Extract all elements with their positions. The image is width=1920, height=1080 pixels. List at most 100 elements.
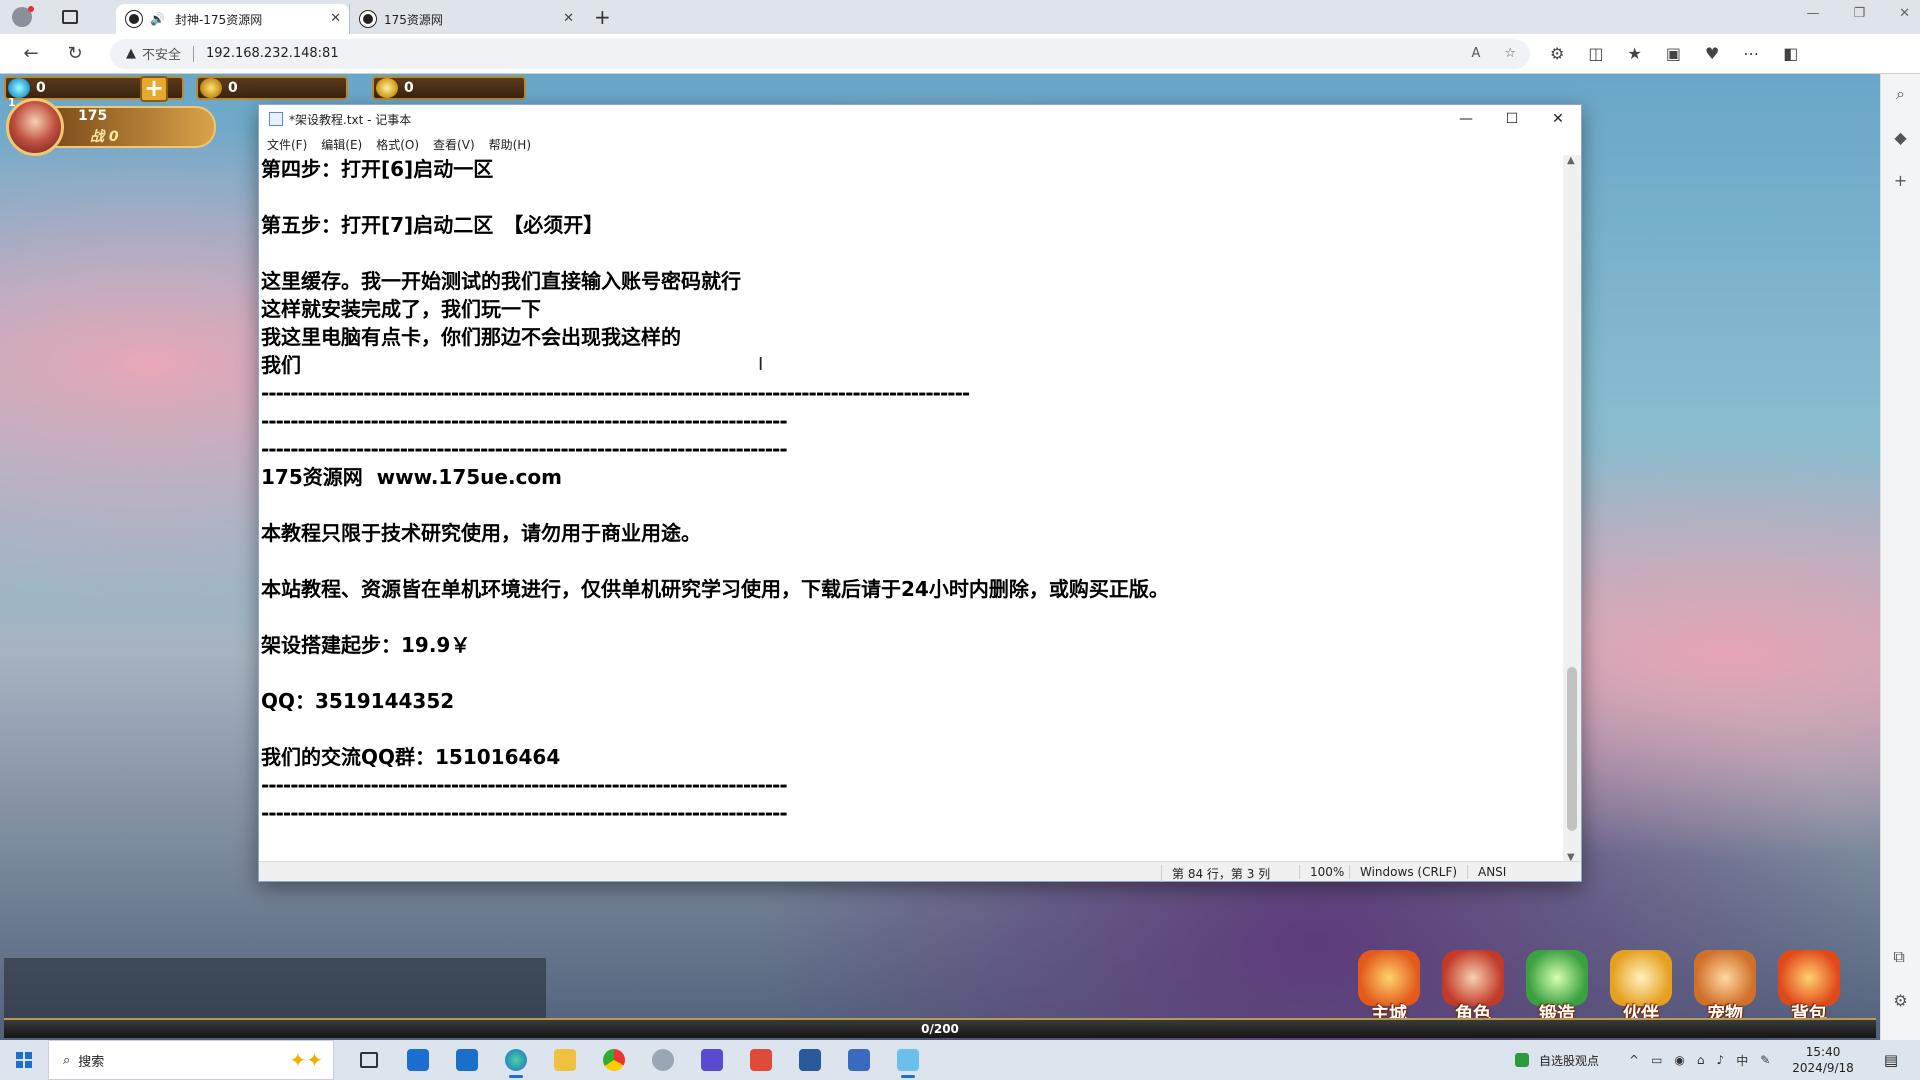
text-line[interactable]: 我们的交流QQ群：151016464 [261,743,1565,771]
text-line[interactable]: QQ：3519144352 [261,687,1565,715]
tab-fengshen[interactable]: 🔊 封神-175资源网 ✕ [116,4,349,34]
text-line[interactable] [261,547,1565,575]
close-icon[interactable]: ✕ [1535,105,1581,133]
app-button[interactable] [834,1040,883,1080]
start-button[interactable] [0,1040,48,1080]
menu-format[interactable]: 格式(O) [376,136,419,153]
minimize-icon[interactable]: — [1806,6,1819,21]
menu-view[interactable]: 查看(V) [433,136,475,153]
text-line[interactable]: 架设搭建起步：19.9￥ [261,631,1565,659]
taskbar-search[interactable]: ⌕ 搜索 ✦✦ [48,1040,334,1080]
network-device-icon[interactable]: ▭ [1651,1053,1662,1067]
text-line[interactable] [261,183,1565,211]
notification-icon[interactable]: ▤ [1884,1051,1898,1069]
url-text[interactable]: 192.168.232.148:81 [206,46,339,61]
warning-icon[interactable]: ▲ [126,46,136,61]
text-line[interactable]: ----------------------------------------… [261,435,1565,463]
text-line[interactable] [261,715,1565,743]
chrome-button[interactable] [589,1040,638,1080]
search-icon[interactable]: ⌕ [1896,84,1905,104]
favorites-icon[interactable]: ★ [1627,44,1641,63]
more-icon[interactable]: ⋯ [1743,44,1759,63]
address-bar[interactable]: ▲ 不安全 192.168.232.148:81 A ☆ [110,38,1530,69]
split-screen-icon[interactable]: ◫ [1588,44,1603,63]
wifi-icon[interactable]: ⌂ [1697,1053,1705,1067]
security-label[interactable]: 不安全 [142,44,181,63]
menu-city-button[interactable]: 主城 [1352,950,1426,1026]
text-line[interactable]: ----------------------------------------… [261,379,1565,407]
scroll-thumb[interactable] [1567,667,1577,831]
text-line[interactable]: 我们 [261,351,1565,379]
collections-icon[interactable]: ▣ [1666,44,1681,63]
profile-icon[interactable] [12,6,34,27]
stock-widget[interactable]: 自选股观点 [1515,1052,1599,1069]
mail-button[interactable] [442,1040,491,1080]
close-icon[interactable]: ✕ [1899,6,1910,21]
text-line[interactable]: 这样就安装完成了，我们玩一下 [261,295,1565,323]
text-line[interactable]: 175资源网 www.175ue.com [261,463,1565,491]
ime-indicator[interactable]: 中 [1736,1052,1748,1069]
notepad-taskbar-button[interactable] [883,1040,932,1080]
text-line[interactable] [261,659,1565,687]
settings-gear-icon[interactable]: ⚙ [1893,991,1907,1010]
explorer-button[interactable] [540,1040,589,1080]
menu-file[interactable]: 文件(F) [267,136,307,153]
maximize-icon[interactable]: ☐ [1489,105,1535,133]
refresh-icon[interactable]: ↻ [62,43,88,64]
app-button[interactable] [638,1040,687,1080]
menu-help[interactable]: 帮助(H) [489,136,531,153]
menu-bag-button[interactable]: 背包 [1772,950,1846,1026]
menu-edit[interactable]: 编辑(E) [321,136,362,153]
text-line[interactable]: 第四步：打开[6]启动一区 [261,155,1565,183]
app-button[interactable] [736,1040,785,1080]
text-line[interactable] [261,491,1565,519]
text-line[interactable]: 第五步：打开[7]启动二区 【必须开】 [261,211,1565,239]
task-view-button[interactable] [344,1040,393,1080]
app-button[interactable] [687,1040,736,1080]
chevron-up-icon[interactable]: ^ [1629,1053,1639,1067]
store-button[interactable] [393,1040,442,1080]
chat-panel[interactable] [4,958,546,1018]
speaker-icon[interactable]: 🔊 [150,12,165,26]
menu-forge-button[interactable]: 锻造 [1520,950,1594,1026]
scroll-up-icon[interactable]: ▲ [1567,155,1575,166]
add-icon[interactable]: + [1894,171,1907,190]
restore-icon[interactable]: ❐ [1853,6,1865,21]
text-line[interactable]: 我这里电脑有点卡，你们那边不会出现我这样的 [261,323,1565,351]
text-editor[interactable]: 第四步：打开[6]启动一区 第五步：打开[7]启动二区 【必须开】 这里缓存。我一开… [259,155,1565,863]
text-line[interactable]: 本站教程、资源皆在单机环境进行，仅供单机研究学习使用，下载后请于24小时内删除，… [261,575,1565,603]
close-tab-icon[interactable]: ✕ [563,11,574,26]
minimize-icon[interactable]: — [1443,105,1489,133]
record-icon[interactable]: ◉ [1674,1053,1684,1067]
shopping-icon[interactable]: ◆ [1894,128,1906,147]
screenshot-icon[interactable]: ⧉ [1893,947,1907,967]
notepad-title-bar[interactable]: *架设教程.txt - 记事本 — ☐ ✕ [259,105,1581,133]
favorite-star-icon[interactable]: ☆ [1504,46,1516,61]
text-line[interactable] [261,603,1565,631]
extensions-icon[interactable]: ⚙ [1550,44,1564,63]
text-line[interactable]: 这里缓存。我一开始测试的我们直接输入账号密码就行 [261,267,1565,295]
pen-icon[interactable]: ✎ [1760,1053,1770,1067]
workspaces-icon[interactable] [62,10,78,24]
vertical-scrollbar[interactable]: ▲ ▼ [1563,155,1581,863]
notepad-window[interactable]: *架设教程.txt - 记事本 — ☐ ✕ 文件(F) 编辑(E) 格式(O) … [258,104,1582,882]
browser-essentials-icon[interactable]: ♥ [1705,44,1719,63]
player-avatar-panel[interactable]: 1 175 战 0 [6,96,218,156]
edge-button[interactable] [491,1040,540,1080]
volume-icon[interactable]: ♪ [1717,1053,1725,1067]
sidebar-toggle-icon[interactable]: ◧ [1783,44,1798,63]
tab-175[interactable]: 175资源网 ✕ [349,4,582,34]
new-tab-button[interactable]: + [594,5,611,29]
menu-character-button[interactable]: 角色 [1436,950,1510,1026]
read-aloud-icon[interactable]: A [1471,46,1480,61]
text-line[interactable]: ----------------------------------------… [261,771,1565,799]
text-line[interactable]: 本教程只限于技术研究使用，请勿用于商业用途。 [261,519,1565,547]
back-icon[interactable]: ← [18,43,44,64]
menu-pet-button[interactable]: 宠物 [1688,950,1762,1026]
close-tab-icon[interactable]: ✕ [330,11,341,26]
menu-partner-button[interactable]: 伙伴 [1604,950,1678,1026]
text-line[interactable] [261,239,1565,267]
text-line[interactable]: ----------------------------------------… [261,799,1565,827]
clock[interactable]: 15:40 2024/9/18 [1792,1044,1854,1076]
remote-desktop-button[interactable] [785,1040,834,1080]
